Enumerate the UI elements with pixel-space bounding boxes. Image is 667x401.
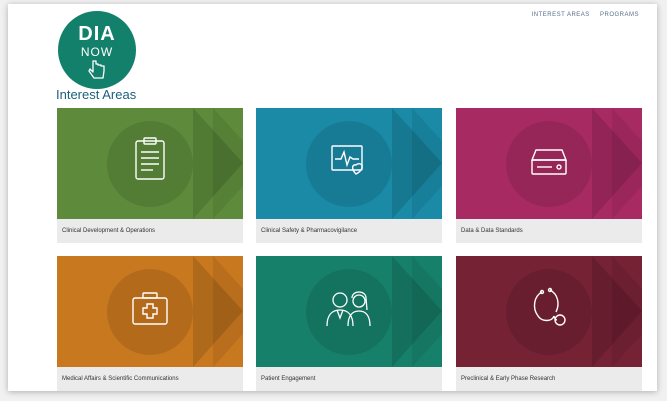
tile-clinical-development[interactable]: Clinical Development & Operations xyxy=(57,108,243,243)
tile-preclinical-research[interactable]: Preclinical & Early Phase Research xyxy=(456,256,642,391)
section-title: Interest Areas xyxy=(56,87,137,102)
tile-label: Data & Data Standards xyxy=(456,219,642,243)
hand-pointer-icon xyxy=(88,60,105,79)
page-frame: DIA NOW INTEREST AREAS PROGRAMS Interest… xyxy=(8,4,657,391)
tile-label: Clinical Safety & Pharmacovigilance xyxy=(256,219,442,243)
tile-label: Medical Affairs & Scientific Communicati… xyxy=(57,367,243,391)
nav-link-interest-areas[interactable]: INTEREST AREAS xyxy=(532,12,590,18)
tile-art xyxy=(456,256,642,367)
dia-now-logo[interactable]: DIA NOW xyxy=(58,11,136,89)
tile-art xyxy=(256,256,442,367)
tile-patient-engagement[interactable]: Patient Engagement xyxy=(256,256,442,391)
tile-art xyxy=(256,108,442,219)
tile-label: Clinical Development & Operations xyxy=(57,219,243,243)
top-nav: INTEREST AREAS PROGRAMS xyxy=(524,12,639,18)
tile-label: Patient Engagement xyxy=(256,367,442,391)
logo-line-1: DIA xyxy=(78,23,116,45)
tile-art xyxy=(57,108,243,219)
tile-data-standards[interactable]: Data & Data Standards xyxy=(456,108,642,243)
tile-clinical-safety[interactable]: Clinical Safety & Pharmacovigilance xyxy=(256,108,442,243)
nav-link-programs[interactable]: PROGRAMS xyxy=(600,12,639,18)
tile-medical-affairs[interactable]: Medical Affairs & Scientific Communicati… xyxy=(57,256,243,391)
tile-art xyxy=(456,108,642,219)
tile-art xyxy=(57,256,243,367)
tile-label: Preclinical & Early Phase Research xyxy=(456,367,642,391)
